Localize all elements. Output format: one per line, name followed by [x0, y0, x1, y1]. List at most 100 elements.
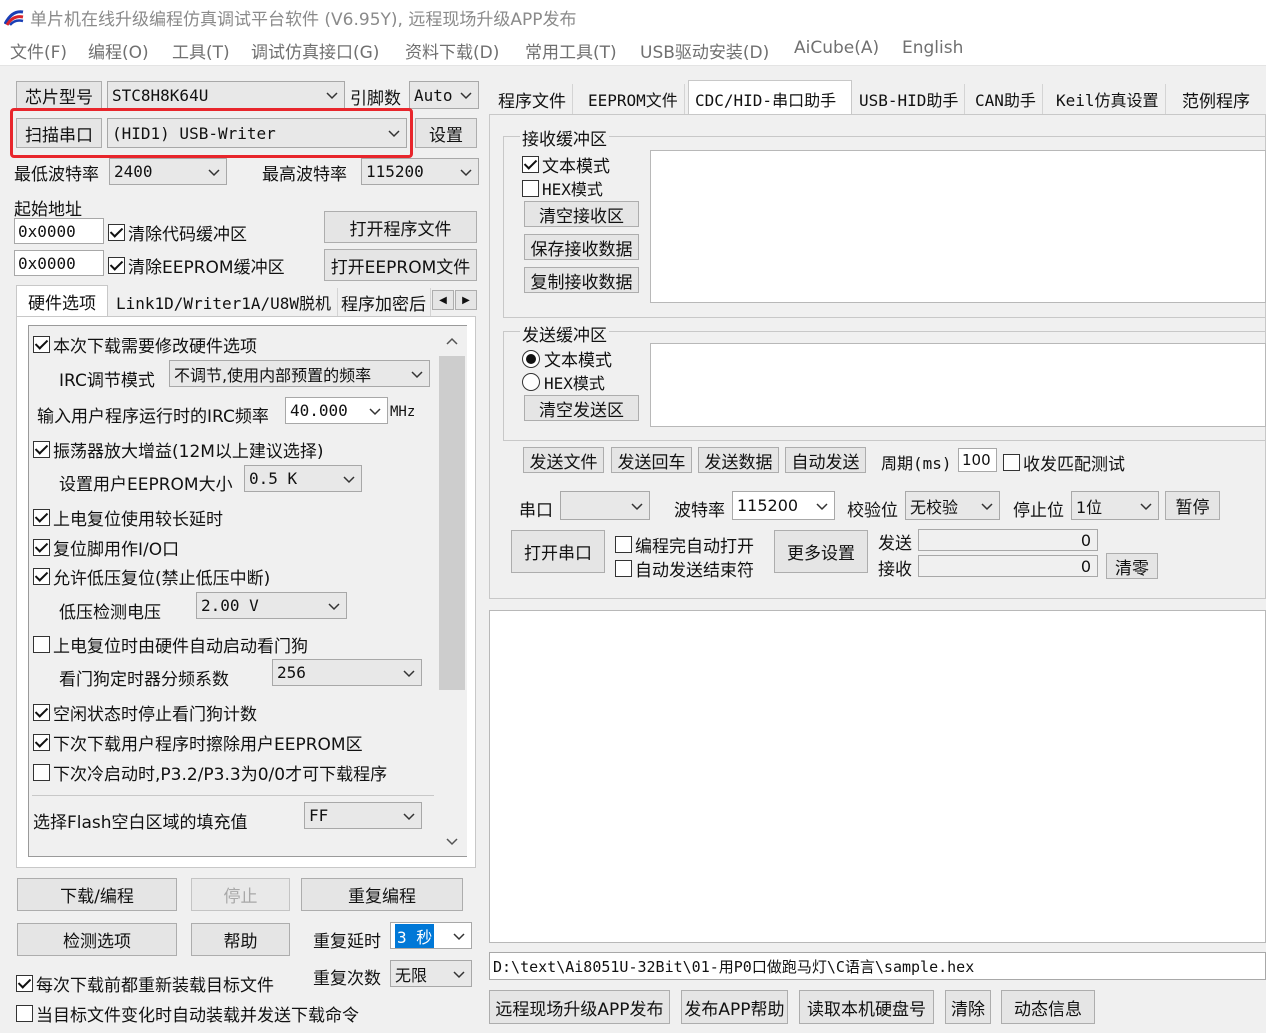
auto-open-checkbox[interactable]: 编程完自动打开: [615, 532, 754, 557]
send-textarea[interactable]: [650, 343, 1266, 427]
irc-mode-select[interactable]: 不调节,使用内部预置的频率: [169, 360, 430, 387]
open-serial-button[interactable]: 打开串口: [511, 530, 605, 573]
menu-tools[interactable]: 工具(T): [172, 38, 230, 63]
menu-usb-driver[interactable]: USB驱动安装(D): [640, 38, 769, 63]
dynamic-info-button[interactable]: 动态信息: [1001, 990, 1095, 1024]
menu-common-tools[interactable]: 常用工具(T): [525, 38, 617, 63]
receive-textarea[interactable]: [650, 150, 1266, 303]
recv-text-mode-checkbox[interactable]: 文本模式: [522, 152, 610, 177]
serial-port-select[interactable]: [560, 491, 650, 520]
tab-serial-assistant[interactable]: CDC/HID-串口助手: [688, 80, 852, 116]
wdt-auto-checkbox[interactable]: 上电复位时由硬件自动启动看门狗: [33, 632, 308, 657]
menu-file[interactable]: 文件(F): [10, 38, 67, 63]
menu-english[interactable]: English: [902, 38, 963, 58]
output-log[interactable]: [489, 610, 1266, 943]
long-delay-checkbox[interactable]: 上电复位使用较长延时: [33, 505, 223, 530]
stop-bits-select[interactable]: 1位: [1071, 491, 1159, 520]
publish-help-button[interactable]: 发布APP帮助: [681, 990, 788, 1024]
modify-hw-checkbox[interactable]: 本次下载需要修改硬件选项: [33, 332, 257, 357]
chip-type-select[interactable]: STC8H8K64U: [107, 81, 345, 109]
send-data-button[interactable]: 发送数据: [698, 447, 779, 473]
open-program-file-button[interactable]: 打开程序文件: [324, 211, 477, 243]
clear-count-button[interactable]: 清零: [1106, 553, 1158, 579]
tab-program-file[interactable]: 程序文件: [492, 84, 573, 114]
send-text-mode-radio[interactable]: 文本模式: [522, 346, 612, 371]
clear-receive-button[interactable]: 清空接收区: [524, 201, 639, 227]
eeprom-size-value: 0.5 K: [249, 469, 298, 488]
repeat-count-select[interactable]: 无限: [390, 960, 472, 987]
low-volt-select[interactable]: 2.00 V: [196, 592, 347, 619]
clear-eeprom-buffer-checkbox[interactable]: 清除EEPROM缓冲区: [108, 253, 285, 278]
tab-keil[interactable]: Keil仿真设置: [1050, 84, 1166, 114]
menu-debug[interactable]: 调试仿真接口(G): [251, 38, 379, 63]
chip-type-button[interactable]: 芯片型号: [16, 81, 102, 109]
scrollbar-thumb[interactable]: [439, 356, 465, 690]
clear-code-buffer-checkbox[interactable]: 清除代码缓冲区: [108, 220, 247, 245]
repeat-program-button[interactable]: 重复编程: [301, 878, 463, 911]
eeprom-start-address-input[interactable]: 0x0000: [14, 250, 104, 276]
auto-send-download-checkbox[interactable]: 当目标文件变化时自动装载并发送下载命令: [16, 1001, 359, 1026]
tab-can[interactable]: CAN助手: [969, 84, 1043, 114]
checkbox-box: [33, 336, 50, 353]
chevron-down-icon[interactable]: [446, 832, 458, 852]
send-file-button[interactable]: 发送文件: [523, 447, 604, 473]
eeprom-size-select[interactable]: 0.5 K: [244, 465, 362, 492]
settings-button[interactable]: 设置: [415, 118, 477, 148]
stop-button[interactable]: 停止: [191, 878, 290, 911]
min-baud-select[interactable]: 2400: [109, 158, 227, 185]
download-program-button[interactable]: 下载/编程: [17, 878, 177, 911]
code-start-address-input[interactable]: 0x0000: [14, 218, 104, 244]
open-eeprom-file-button[interactable]: 打开EEPROM文件: [324, 249, 477, 281]
tab-usb-hid[interactable]: USB-HID助手: [853, 84, 966, 114]
tab-examples[interactable]: 范例程序: [1176, 84, 1256, 114]
more-settings-button[interactable]: 更多设置: [774, 530, 868, 573]
auto-send-button[interactable]: 自动发送: [785, 447, 866, 473]
tab-scroll-left-button[interactable]: ◀: [432, 290, 454, 310]
tab-offline[interactable]: Link1D/Writer1A/U8W脱机: [110, 288, 339, 316]
read-disk-id-button[interactable]: 读取本机硬盘号: [799, 990, 934, 1024]
copy-receive-button[interactable]: 复制接收数据: [524, 267, 639, 293]
idle-stop-wdt-checkbox[interactable]: 空闲状态时停止看门狗计数: [33, 700, 257, 725]
max-baud-select[interactable]: 115200: [361, 158, 479, 185]
options-scrollbar[interactable]: [437, 326, 467, 856]
checkbox-label: 空闲状态时停止看门狗计数: [53, 705, 257, 725]
parity-select[interactable]: 无校验: [905, 491, 1000, 520]
checkbox-box: [33, 764, 50, 781]
menu-program[interactable]: 编程(O): [88, 38, 149, 63]
match-test-checkbox[interactable]: 收发匹配测试: [1003, 450, 1125, 475]
clear-button[interactable]: 清除: [945, 990, 991, 1024]
flash-fill-select[interactable]: FF: [304, 802, 422, 829]
irc-freq-input[interactable]: 40.000: [285, 397, 388, 424]
wdt-div-value: 256: [277, 663, 306, 682]
osc-gain-checkbox[interactable]: 振荡器放大增益(12M以上建议选择): [33, 437, 324, 462]
send-enter-button[interactable]: 发送回车: [611, 447, 692, 473]
tab-scroll-right-button[interactable]: ▶: [455, 290, 477, 310]
pause-button[interactable]: 暂停: [1165, 491, 1220, 520]
menu-download[interactable]: 资料下载(D): [405, 38, 499, 63]
reset-io-checkbox[interactable]: 复位脚用作I/O口: [33, 535, 179, 560]
help-button[interactable]: 帮助: [191, 923, 290, 956]
remote-upgrade-button[interactable]: 远程现场升级APP发布: [489, 990, 670, 1024]
cold-boot-checkbox[interactable]: 下次冷启动时,P3.2/P3.3为0/0才可下载程序: [33, 760, 387, 785]
auto-end-checkbox[interactable]: 自动发送结束符: [615, 556, 754, 581]
save-receive-button[interactable]: 保存接收数据: [524, 234, 639, 260]
baud-select[interactable]: 115200: [732, 491, 835, 520]
checkbox-label: 允许低压复位(禁止低压中断): [53, 569, 271, 589]
send-hex-mode-radio[interactable]: HEX模式: [522, 370, 605, 394]
repeat-delay-select[interactable]: 3 秒: [390, 922, 472, 949]
low-volt-reset-checkbox[interactable]: 允许低压复位(禁止低压中断): [33, 564, 270, 589]
period-input[interactable]: 100: [958, 448, 997, 472]
tab-encryption[interactable]: 程序加密后: [335, 288, 431, 316]
recv-hex-mode-checkbox[interactable]: HEX模式: [522, 176, 603, 200]
menu-aicube[interactable]: AiCube(A): [794, 38, 879, 58]
detect-options-button[interactable]: 检测选项: [17, 923, 177, 956]
tab-hardware-options[interactable]: 硬件选项: [16, 285, 108, 317]
wdt-div-select[interactable]: 256: [272, 659, 422, 686]
radio-label: HEX模式: [544, 374, 605, 393]
pins-select[interactable]: Auto: [409, 81, 479, 109]
chevron-up-icon[interactable]: [446, 336, 458, 351]
clear-send-button[interactable]: 清空发送区: [524, 395, 639, 421]
tab-eeprom-file[interactable]: EEPROM文件: [582, 84, 685, 114]
erase-eeprom-checkbox[interactable]: 下次下载用户程序时擦除用户EEPROM区: [33, 730, 363, 755]
reload-target-checkbox[interactable]: 每次下载前都重新装载目标文件: [16, 971, 274, 996]
